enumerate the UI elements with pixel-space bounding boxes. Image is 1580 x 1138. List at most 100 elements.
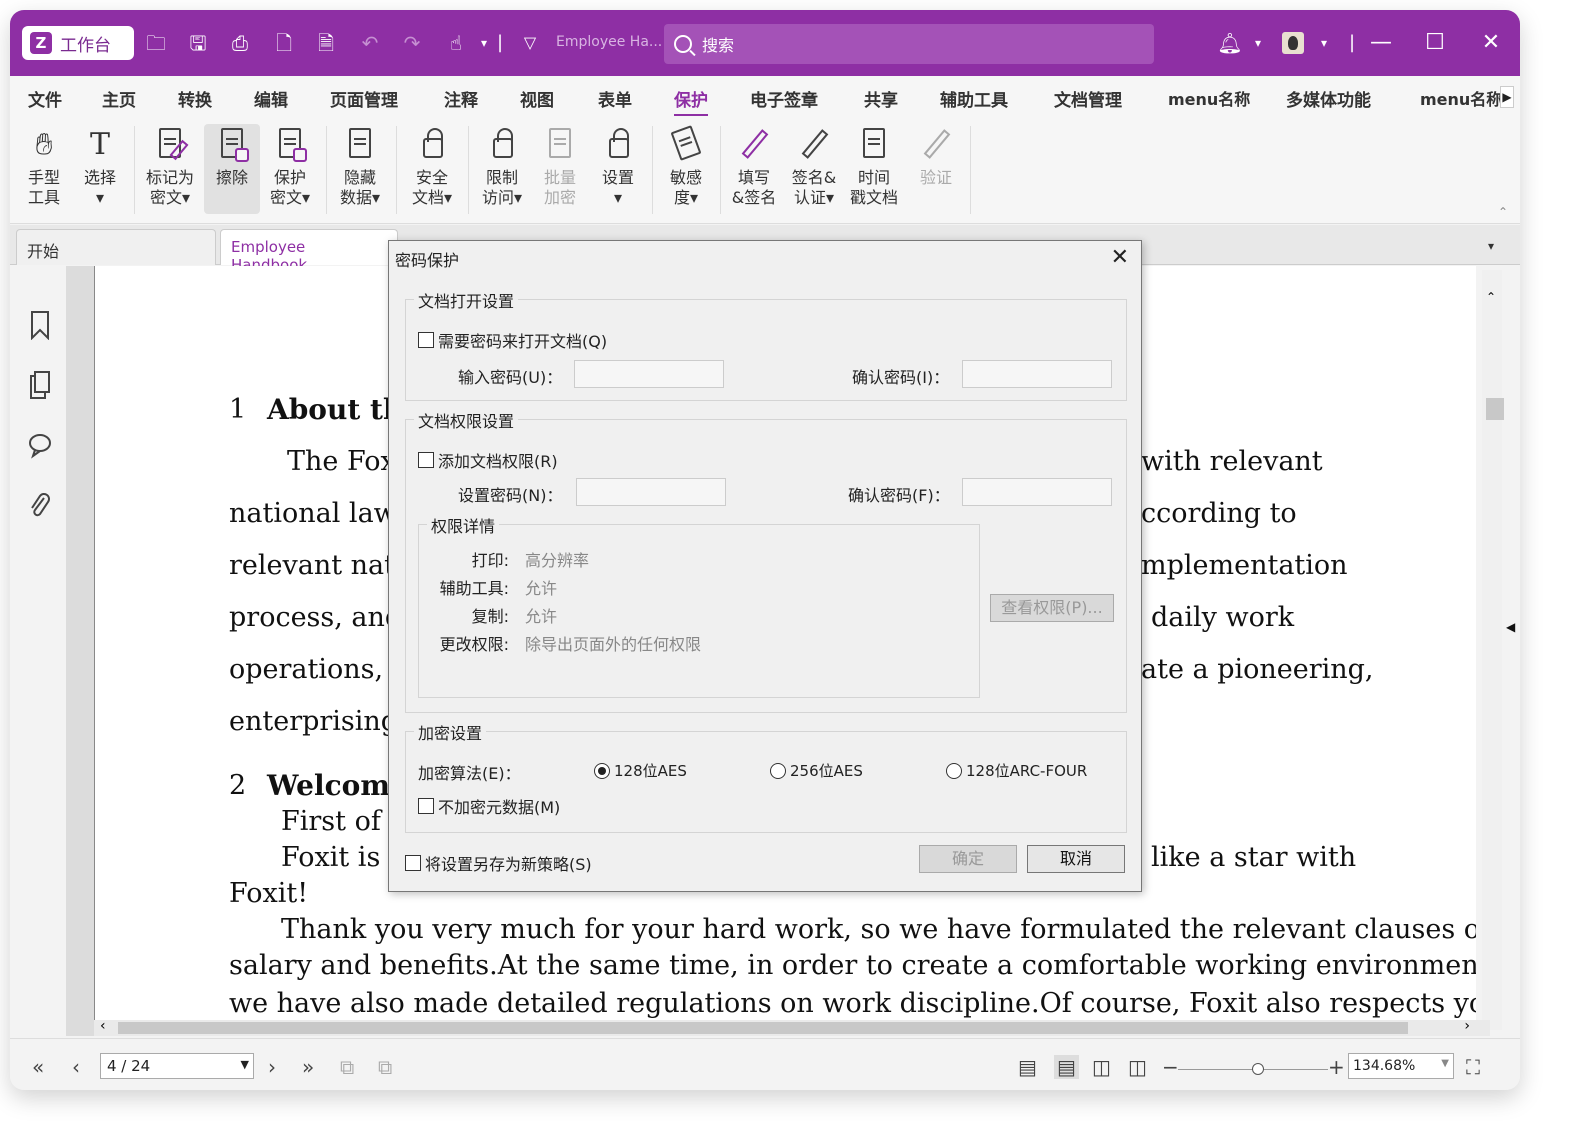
radio-button[interactable] — [946, 762, 962, 779]
no-encrypt-metadata-checkbox[interactable]: 不加密元数据(M) — [418, 794, 560, 818]
zoom-dropdown-icon[interactable]: ▼ — [1441, 1058, 1449, 1069]
radio-button[interactable] — [594, 762, 610, 779]
permission-password-input[interactable] — [576, 478, 726, 506]
last-page-icon[interactable]: » — [302, 1055, 314, 1079]
collapse-right-panel-icon[interactable]: ◀ — [1506, 620, 1515, 634]
vertical-scrollbar[interactable]: ⌃ — [1476, 266, 1520, 1036]
menu-view[interactable]: 视图 — [520, 86, 554, 111]
close-window-icon[interactable]: ✕ — [1476, 28, 1506, 58]
next-page-icon[interactable]: › — [268, 1055, 276, 1079]
scroll-thumb[interactable] — [1486, 398, 1504, 420]
scroll-right-icon[interactable]: › — [1464, 1018, 1470, 1034]
zoom-level-select[interactable]: 134.68% ▼ — [1348, 1053, 1454, 1079]
bell-icon[interactable]: 🔔︎ — [1216, 30, 1244, 56]
account-dropdown-icon[interactable]: ▾ — [1310, 30, 1338, 56]
select-button[interactable]: T 选择 ▾ — [72, 124, 128, 214]
cancel-button[interactable]: 取消 — [1027, 845, 1125, 873]
radio-button[interactable] — [770, 762, 786, 779]
radio-128-arc-four[interactable]: 128位ARC-FOUR — [946, 760, 1087, 781]
require-password-checkbox[interactable]: 需要密码来打开文档(Q) — [418, 328, 607, 352]
horizontal-scrollbar[interactable]: ‹ › — [94, 1018, 1490, 1036]
close-icon[interactable]: ✕ — [1111, 245, 1129, 270]
undo-icon[interactable]: ↶ — [356, 30, 384, 56]
first-page-icon[interactable]: « — [32, 1055, 44, 1079]
add-permissions-checkbox[interactable]: 添加文档权限(R) — [418, 448, 558, 472]
comment-icon[interactable] — [28, 430, 52, 460]
new-doc-icon[interactable]: 🗎 — [312, 30, 340, 56]
zoom-out-icon[interactable]: − — [1162, 1055, 1179, 1079]
menu-name-1[interactable]: menu名称 — [1168, 86, 1250, 110]
workbench-button[interactable]: Z 工作台 — [22, 26, 134, 60]
menu-edit[interactable]: 编辑 — [254, 86, 288, 111]
batch-encrypt-button[interactable]: 批量 加密 — [532, 124, 588, 214]
fullscreen-icon[interactable]: ⛶ — [1466, 1055, 1480, 1079]
protect-redaction-button[interactable]: 保护 密文▾ — [262, 124, 318, 214]
menu-doc-management[interactable]: 文档管理 — [1054, 86, 1122, 111]
verify-button[interactable]: 验证 — [908, 124, 964, 214]
radio-128-aes[interactable]: 128位AES — [594, 760, 687, 781]
tabs-dropdown-icon[interactable]: ▾ — [1488, 239, 1494, 253]
secure-document-button[interactable]: 安全 文档▾ — [404, 124, 460, 214]
continuous-facing-icon[interactable]: ◫ — [1128, 1055, 1147, 1079]
checkbox-box[interactable] — [405, 855, 421, 871]
menu-protect[interactable]: 保护 — [674, 86, 708, 117]
hand-tool-icon[interactable]: ☝ — [442, 30, 470, 56]
menu-page-management[interactable]: 页面管理 — [330, 86, 398, 111]
maximize-icon[interactable]: ☐ — [1420, 28, 1450, 58]
h-scroll-thumb[interactable] — [118, 1022, 1408, 1034]
menu-convert[interactable]: 转换 — [178, 86, 212, 111]
confirm-open-password-input[interactable] — [962, 360, 1112, 388]
save-as-policy-checkbox[interactable]: 将设置另存为新策略(S) — [405, 851, 592, 875]
hide-data-button[interactable]: 隐藏 数据▾ — [332, 124, 388, 214]
print-icon[interactable]: ⎙ — [226, 30, 254, 56]
previous-page-icon[interactable]: ‹ — [72, 1055, 80, 1079]
menu-file[interactable]: 文件 — [28, 86, 62, 111]
radio-256-aes[interactable]: 256位AES — [770, 760, 863, 781]
avatar[interactable] — [1282, 32, 1304, 54]
attachment-icon[interactable] — [28, 492, 52, 522]
checkbox-box[interactable] — [418, 332, 434, 348]
sign-certify-button[interactable]: 签名& 认证▾ — [786, 124, 842, 214]
create-pdf-icon[interactable]: 🗋 — [270, 30, 298, 56]
sensitivity-button[interactable]: 敏感 度▾ — [658, 124, 714, 214]
menu-multimedia[interactable]: 多媒体功能 — [1286, 86, 1371, 111]
menu-home[interactable]: 主页 — [102, 86, 136, 111]
checkbox-box[interactable] — [418, 798, 434, 814]
collapse-ribbon-icon[interactable]: ⌃ — [1498, 205, 1508, 219]
menu-form[interactable]: 表单 — [598, 86, 632, 111]
page-dropdown-icon[interactable]: ▼ — [241, 1058, 249, 1071]
confirm-permission-password-input[interactable] — [962, 478, 1112, 506]
menu-comment[interactable]: 注释 — [444, 86, 478, 111]
view-permissions-button[interactable]: 查看权限(P)... — [990, 594, 1114, 622]
menu-share[interactable]: 共享 — [864, 86, 898, 111]
save-icon[interactable]: 🖫 — [184, 30, 212, 56]
ok-button[interactable]: 确定 — [919, 845, 1017, 873]
tab-employee-handbook[interactable]: Employee Handbook.... — [220, 229, 398, 274]
timestamp-button[interactable]: 时间 戳文档 — [846, 124, 902, 214]
bookmark-icon[interactable] — [28, 310, 52, 340]
next-view-icon[interactable]: ⧉ — [378, 1055, 392, 1079]
search-input[interactable]: 搜索 — [664, 24, 1154, 64]
open-password-input[interactable] — [574, 360, 724, 388]
single-page-icon[interactable]: ▤ — [1018, 1055, 1037, 1079]
hand-tool-button[interactable]: ✋︎ 手型 工具 — [16, 124, 72, 214]
customize-toolbar-icon[interactable]: ▽ — [516, 30, 544, 56]
checkbox-box[interactable] — [418, 452, 434, 468]
menu-name-2[interactable]: menu名称 — [1420, 86, 1502, 110]
scroll-up-icon[interactable]: ⌃ — [1486, 290, 1496, 304]
zoom-in-icon[interactable]: + — [1328, 1055, 1345, 1079]
facing-page-icon[interactable]: ◫ — [1092, 1055, 1111, 1079]
redo-icon[interactable]: ↷ — [398, 30, 426, 56]
minimize-icon[interactable]: — — [1366, 28, 1396, 58]
menu-e-signature[interactable]: 电子签章 — [750, 86, 818, 111]
open-folder-icon[interactable]: 🗀 — [142, 30, 170, 56]
page-number-input[interactable]: 4 / 24 ▼ — [100, 1053, 254, 1079]
pages-icon[interactable] — [28, 370, 52, 400]
previous-view-icon[interactable]: ⧉ — [340, 1055, 354, 1079]
settings-button[interactable]: 设置 ▾ — [590, 124, 646, 214]
menu-scroll-right-icon[interactable]: ▶ — [1500, 86, 1514, 108]
scroll-left-icon[interactable]: ‹ — [100, 1018, 106, 1034]
scroll-track[interactable]: ⌃ — [1482, 270, 1504, 1030]
tab-start[interactable]: 开始 — [16, 229, 216, 265]
mark-for-redaction-button[interactable]: 标记为 密文▾ — [142, 124, 198, 214]
